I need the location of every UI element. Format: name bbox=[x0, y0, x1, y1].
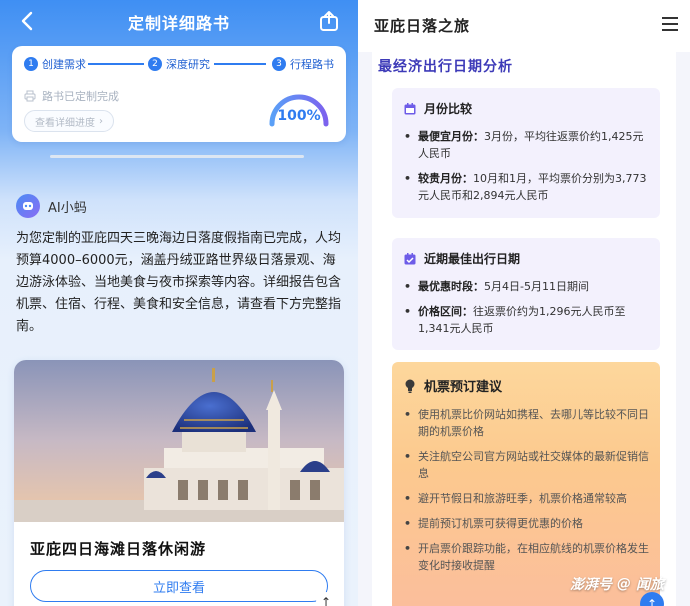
tip-text: 关注航空公司官方网站或社交媒体的最新促销信息 bbox=[418, 450, 649, 480]
list-item: • 使用机票比价网站如携程、去哪儿等比较不同日期的机票价格 bbox=[404, 406, 654, 440]
step-deep-research: 2 深度研究 bbox=[148, 56, 210, 72]
assistant-message: 为您定制的亚庇四天三晚海边日落度假指南已完成，人均预算4000–6000元，涵盖… bbox=[16, 231, 342, 334]
scroll-to-top-icon[interactable]: ↑ bbox=[316, 592, 336, 606]
list-item: • 避开节假日和旅游旺季，机票价格通常较高 bbox=[404, 492, 627, 505]
card-header: 近期最佳出行日期 bbox=[404, 250, 520, 267]
item-text: 5月4日-5月11日期间 bbox=[484, 280, 589, 293]
step-label: 创建需求 bbox=[42, 58, 86, 71]
step-create-request: 1 创建需求 bbox=[24, 56, 86, 72]
bullet-list: • 最便宜月份：3月份，平均往返票价约1,425元人民币 • 较贵月份：10月和… bbox=[404, 128, 654, 212]
trip-card[interactable]: 亚庇四日海滩日落休闲游 立即查看 bbox=[14, 360, 344, 606]
step-connector bbox=[214, 63, 266, 65]
item-label: 最便宜月份： bbox=[418, 130, 484, 143]
best-dates-card: 近期最佳出行日期 • 最优惠时段：5月4日-5月11日期间 • 价格区间：往返票… bbox=[392, 238, 660, 350]
page-title: 定制详细路书 bbox=[127, 14, 230, 33]
left-phone-screen: 定制详细路书 1 创建需求 2 深度研究 3 行程路书 路书已定制完成 查看详细… bbox=[0, 0, 358, 606]
trip-title: 亚庇四日海滩日落休闲游 bbox=[30, 540, 207, 558]
calendar-check-icon bbox=[404, 252, 416, 264]
watermark: 澎湃号 @ 闻旅 bbox=[570, 574, 664, 594]
tip-text: 使用机票比价网站如携程、去哪儿等比较不同日期的机票价格 bbox=[418, 408, 649, 438]
watermark-author: 闻旅 bbox=[636, 577, 664, 593]
step-label: 行程路书 bbox=[290, 58, 334, 71]
status-row: 路书已定制完成 bbox=[24, 88, 119, 104]
view-now-button[interactable]: 立即查看 bbox=[30, 570, 328, 602]
card-title: 月份比较 bbox=[424, 102, 473, 116]
step-number: 1 bbox=[24, 57, 38, 71]
printer-icon bbox=[24, 90, 36, 102]
report-header: 亚庇日落之旅 bbox=[358, 0, 690, 52]
right-phone-screen: 亚庇日落之旅 最经济出行日期分析 月份比较 • 最便宜月份：3月份，平均往返票价… bbox=[358, 0, 690, 606]
list-item: • 提前预订机票可获得更优惠的价格 bbox=[404, 517, 583, 530]
chevron-right-icon: › bbox=[99, 115, 103, 127]
view-progress-button[interactable]: 查看详细进度 › bbox=[24, 110, 114, 132]
view-progress-label: 查看详细进度 bbox=[35, 117, 95, 129]
share-icon[interactable] bbox=[318, 10, 340, 32]
card-title: 机票预订建议 bbox=[424, 380, 503, 395]
item-label: 较贵月份： bbox=[418, 172, 473, 185]
step-number: 2 bbox=[148, 57, 162, 71]
progress-card: 1 创建需求 2 深度研究 3 行程路书 路书已定制完成 查看详细进度 › 10… bbox=[12, 46, 346, 142]
step-number: 3 bbox=[272, 57, 286, 71]
list-item: • 关注航空公司官方网站或社交媒体的最新促销信息 bbox=[404, 448, 654, 482]
item-label: 最优惠时段： bbox=[418, 280, 484, 293]
step-connector bbox=[88, 63, 144, 65]
lightbulb-icon bbox=[405, 379, 415, 393]
list-item: • 最便宜月份：3月份，平均往返票价约1,425元人民币 bbox=[404, 130, 644, 160]
card-title: 近期最佳出行日期 bbox=[424, 252, 521, 266]
calendar-icon bbox=[404, 102, 416, 114]
list-item: • 价格区间：往返票价约为1,296元人民币至1,341元人民币 bbox=[404, 305, 626, 335]
report-title: 亚庇日落之旅 bbox=[374, 17, 471, 35]
step-itinerary: 3 行程路书 bbox=[272, 56, 334, 72]
tip-text: 避开节假日和旅游旺季，机票价格通常较高 bbox=[418, 492, 627, 505]
assistant-name: AI小蚂 bbox=[48, 200, 87, 216]
card-header: 月份比较 bbox=[404, 100, 472, 117]
list-item: • 最优惠时段：5月4日-5月11日期间 bbox=[404, 280, 589, 293]
booking-tips-card: 机票预订建议 • 使用机票比价网站如携程、去哪儿等比较不同日期的机票价格 • 关注航… bbox=[392, 362, 660, 606]
robot-icon bbox=[23, 202, 33, 210]
item-label: 价格区间： bbox=[418, 305, 473, 318]
month-comparison-card: 月份比较 • 最便宜月份：3月份，平均往返票价约1,425元人民币 • 较贵月份… bbox=[392, 88, 660, 218]
bullet-list: • 最优惠时段：5月4日-5月11日期间 • 价格区间：往返票价约为1,296元… bbox=[404, 278, 654, 345]
list-item: • 较贵月份：10月和1月，平均票价分别为3,773元人民币和2,894元人民币 bbox=[404, 172, 647, 202]
tips-list: • 使用机票比价网站如携程、去哪儿等比较不同日期的机票价格 • 关注航空公司官方网站… bbox=[404, 406, 654, 582]
divider bbox=[50, 155, 304, 158]
tip-text: 提前预订机票可获得更优惠的价格 bbox=[418, 517, 583, 530]
list-item: • 开启票价跟踪功能，在相应航线的机票价格发生变化时接收提醒 bbox=[404, 540, 654, 574]
menu-icon[interactable] bbox=[662, 17, 678, 31]
tip-text: 开启票价跟踪功能，在相应航线的机票价格发生变化时接收提醒 bbox=[418, 542, 649, 572]
step-label: 深度研究 bbox=[166, 58, 210, 71]
progress-percent: 100% bbox=[277, 108, 321, 124]
top-bar: 定制详细路书 bbox=[0, 0, 358, 44]
assistant-header: AI小蚂 bbox=[16, 194, 87, 218]
at-icon: @ bbox=[617, 576, 631, 592]
status-text: 路书已定制完成 bbox=[42, 90, 119, 103]
watermark-source: 澎湃号 bbox=[570, 577, 612, 593]
mosque-photo bbox=[14, 360, 344, 522]
card-header: 机票预订建议 bbox=[404, 376, 502, 395]
assistant-avatar bbox=[16, 194, 40, 218]
section-title: 最经济出行日期分析 bbox=[378, 59, 513, 75]
